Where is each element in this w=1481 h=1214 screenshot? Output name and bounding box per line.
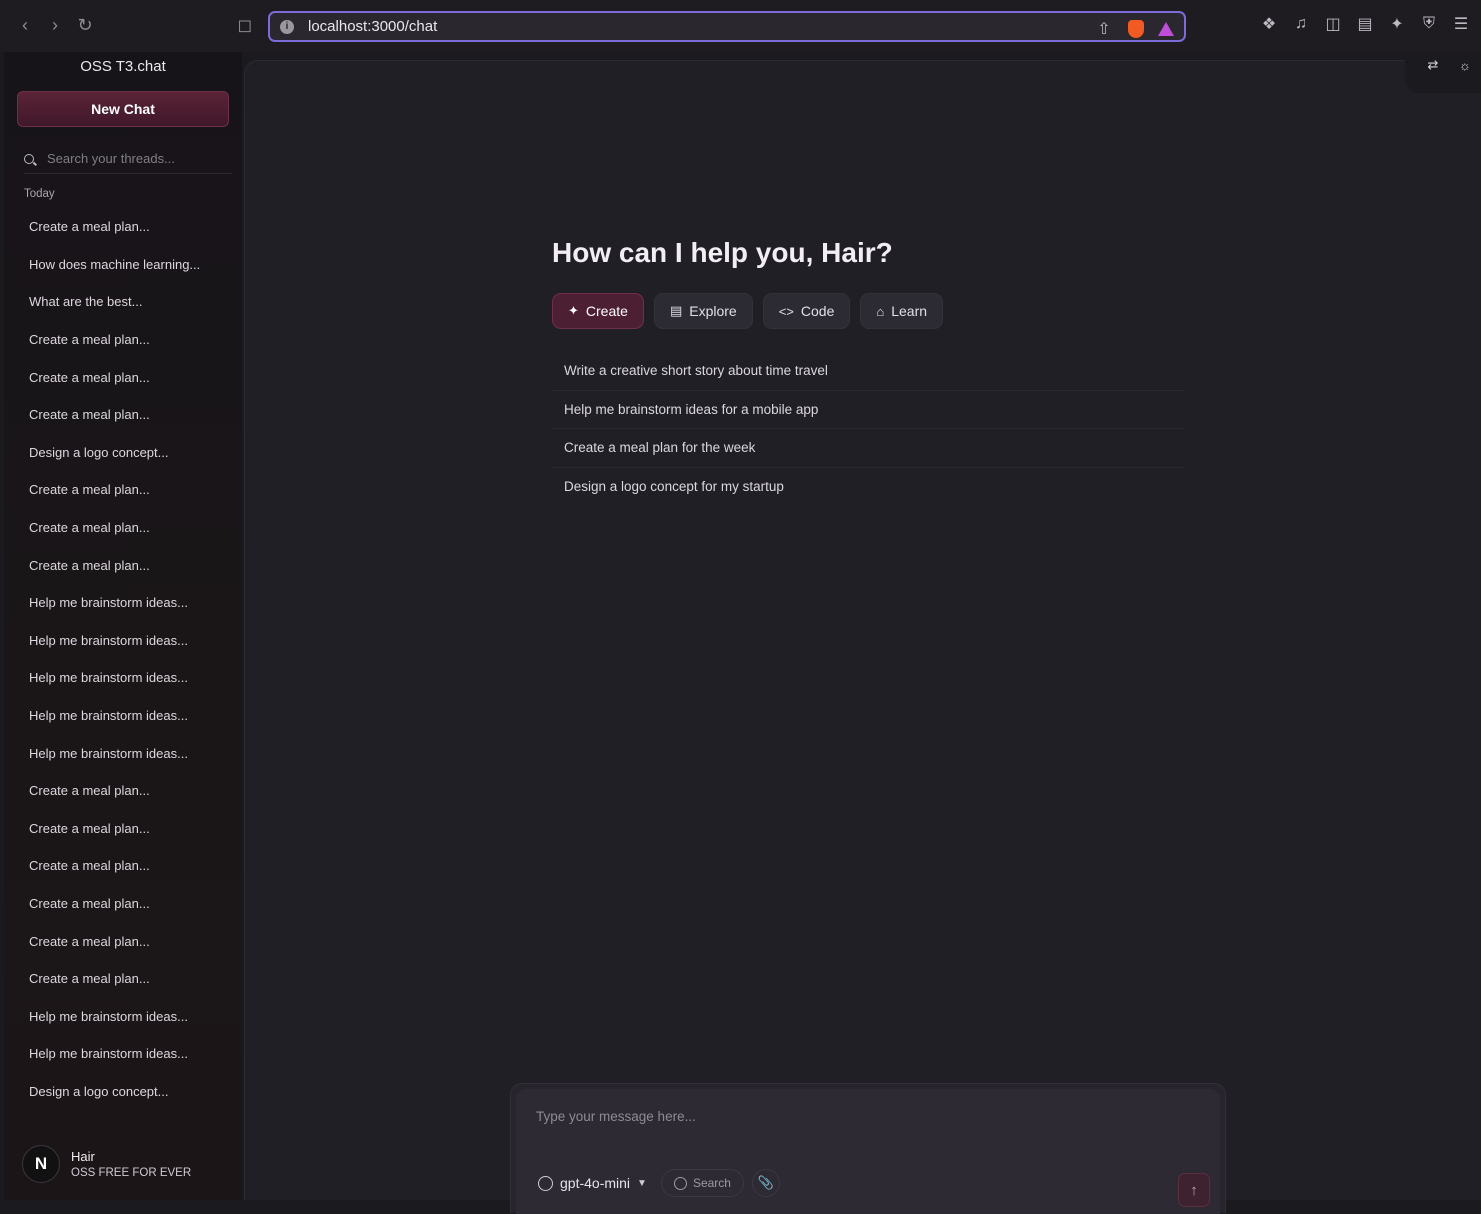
app-title: OSS T3.chat (80, 58, 166, 75)
category-learn-button[interactable]: ⌂ Learn (860, 293, 944, 329)
send-button[interactable]: ↑ (1178, 1173, 1210, 1207)
wallet-icon[interactable]: ▤ (1355, 14, 1375, 34)
category-label: Learn (891, 303, 928, 319)
composer-frame: gpt-4o-mini ▼ Search 📎 ↑ (510, 1083, 1226, 1214)
suggestion-list: Write a creative short story about time … (552, 352, 1184, 506)
user-name: Hair (71, 1149, 95, 1164)
category-explore-button[interactable]: ▤ Explore (653, 293, 753, 329)
thread-item[interactable]: Create a meal plan... (29, 509, 229, 547)
model-name: gpt-4o-mini (560, 1175, 631, 1191)
thread-item[interactable]: Create a meal plan... (29, 396, 229, 434)
newspaper-icon: ▤ (669, 303, 683, 318)
toolbar-corner: ⇄ ☼ (1405, 53, 1481, 93)
web-search-toggle[interactable]: Search (660, 1169, 744, 1197)
openai-icon (538, 1175, 553, 1191)
graduation-cap-icon: ⌂ (876, 303, 885, 319)
category-label: Explore (689, 303, 737, 319)
url-text[interactable]: localhost:3000/chat (308, 18, 437, 35)
extensions-icon[interactable]: ❖ (1259, 14, 1279, 34)
greeting-heading: How can I help you, Hair? (552, 237, 893, 268)
thread-item[interactable]: How does machine learning... (29, 246, 229, 284)
brave-rewards-icon[interactable] (1158, 22, 1174, 36)
thread-item[interactable]: Create a meal plan... (29, 321, 229, 359)
user-profile[interactable]: N Hair OSS FREE FOR EVER (22, 1145, 191, 1183)
leo-ai-icon[interactable]: ✦ (1387, 14, 1407, 34)
vpn-shield-icon[interactable]: ⛨ (1419, 14, 1439, 34)
suggestion-item[interactable]: Help me brainstorm ideas for a mobile ap… (552, 391, 1184, 429)
brave-shields-icon[interactable] (1128, 20, 1144, 38)
search-toggle-label: Search (692, 1176, 731, 1190)
model-selector[interactable]: gpt-4o-mini ▼ (532, 1171, 653, 1195)
new-chat-button[interactable]: New Chat (17, 91, 229, 127)
thread-item[interactable]: Create a meal plan... (29, 471, 229, 509)
category-code-button[interactable]: <> Code (762, 293, 851, 329)
thread-item[interactable]: Help me brainstorm ideas... (29, 697, 229, 735)
suggestion-item[interactable]: Write a creative short story about time … (552, 352, 1184, 391)
suggestion-item[interactable]: Design a logo concept for my startup (552, 468, 1184, 507)
search-icon (24, 153, 34, 164)
thread-item[interactable]: Help me brainstorm ideas... (29, 584, 229, 622)
chat-panel: ⇄ ☼ How can I help you, Hair? ✦ Create ▤ Ex… (244, 53, 1481, 1214)
thread-item[interactable]: Create a meal plan... (29, 208, 229, 246)
globe-icon (673, 1176, 687, 1190)
message-input[interactable] (536, 1109, 1176, 1124)
code-icon: <> (778, 303, 794, 319)
forward-icon[interactable]: › (44, 14, 66, 36)
browser-toolbar: ‹ › ↻ ◻ i localhost:3000/chat ⇧ ❖ ♫ ◫ ▤ … (0, 0, 1481, 52)
settings-sliders-icon[interactable]: ⇄ (1425, 57, 1441, 73)
category-label: Create (585, 303, 628, 319)
thread-item[interactable]: Create a meal plan... (29, 810, 229, 848)
thread-item[interactable]: What are the best... (29, 283, 229, 321)
chevron-down-icon: ▼ (637, 1177, 647, 1189)
category-tabs: ✦ Create ▤ Explore <> Code ⌂ Learn (552, 293, 944, 329)
thread-item[interactable]: Create a meal plan... (29, 922, 229, 960)
thread-item[interactable]: Help me brainstorm ideas... (29, 1035, 229, 1073)
thread-item[interactable]: Help me brainstorm ideas... (29, 997, 229, 1035)
thread-item[interactable]: Create a meal plan... (29, 885, 229, 923)
bookmark-icon[interactable]: ◻ (234, 14, 256, 36)
composer: gpt-4o-mini ▼ Search 📎 ↑ (516, 1089, 1220, 1214)
back-icon[interactable]: ‹ (14, 14, 36, 36)
reload-icon[interactable]: ↻ (74, 14, 96, 36)
thread-item[interactable]: Design a logo concept... (29, 1073, 229, 1111)
thread-item[interactable]: Create a meal plan... (29, 358, 229, 396)
sidebar-toggle-icon[interactable]: ◫ (1323, 14, 1343, 34)
menu-icon[interactable]: ☰ (1451, 14, 1471, 34)
category-create-button[interactable]: ✦ Create (552, 293, 644, 329)
sidebar: OSS T3.chat New Chat Today Create a meal… (4, 52, 242, 1200)
address-bar[interactable]: i localhost:3000/chat ⇧ (268, 11, 1186, 42)
thread-item[interactable]: Create a meal plan... (29, 847, 229, 885)
music-icon[interactable]: ♫ (1291, 14, 1311, 34)
thread-item[interactable]: Help me brainstorm ideas... (29, 659, 229, 697)
thread-item[interactable]: Help me brainstorm ideas... (29, 622, 229, 660)
attach-icon[interactable]: 📎 (751, 1169, 780, 1197)
thread-item[interactable]: Create a meal plan... (29, 772, 229, 810)
thread-item[interactable]: Design a logo concept... (29, 434, 229, 472)
share-icon[interactable]: ⇧ (1094, 19, 1114, 39)
avatar[interactable]: N (22, 1145, 60, 1183)
site-info-icon[interactable]: i (280, 19, 294, 34)
thread-search (24, 144, 232, 174)
sparkles-icon: ✦ (568, 303, 579, 318)
thread-search-input[interactable] (47, 151, 227, 166)
thread-list: Create a meal plan... How does machine le… (29, 208, 229, 1110)
category-label: Code (800, 303, 835, 319)
section-label-today: Today (24, 188, 55, 200)
suggestion-item[interactable]: Create a meal plan for the week (552, 429, 1184, 468)
thread-item[interactable]: Create a meal plan... (29, 960, 229, 998)
user-plan: OSS FREE FOR EVER (71, 1167, 192, 1179)
theme-sun-icon[interactable]: ☼ (1457, 57, 1473, 73)
thread-item[interactable]: Help me brainstorm ideas... (29, 734, 229, 772)
thread-item[interactable]: Create a meal plan... (29, 546, 229, 584)
